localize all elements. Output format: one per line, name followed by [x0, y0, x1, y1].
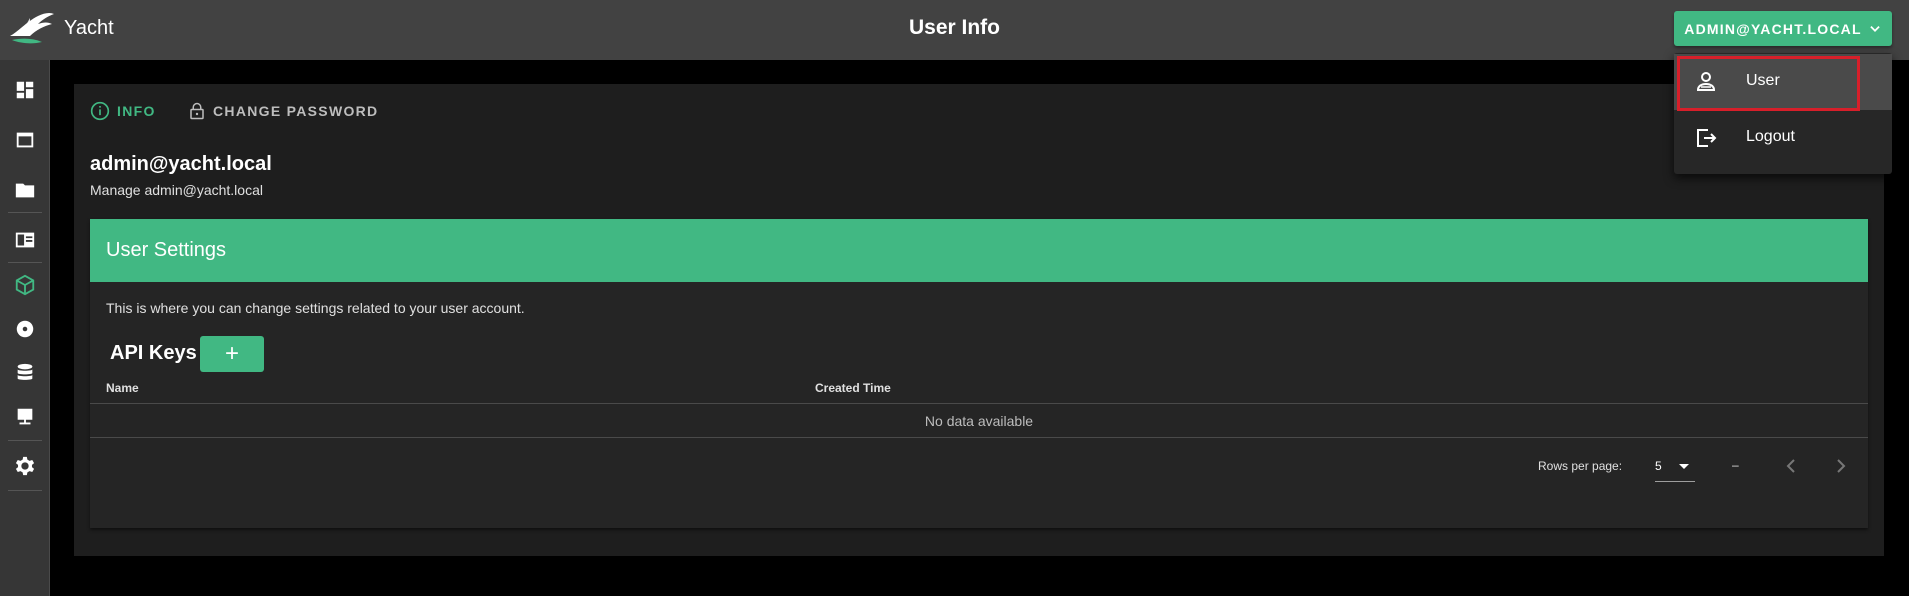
user-menu-button[interactable]: ADMIN@YACHT.LOCAL	[1674, 11, 1892, 46]
user-subtitle: Manage admin@yacht.local	[90, 182, 263, 198]
sidebar-divider	[8, 440, 42, 441]
table-divider	[90, 403, 1868, 404]
user-email-heading: admin@yacht.local	[90, 153, 272, 175]
no-data-message: No data available	[924, 413, 1034, 429]
lock-icon	[190, 102, 204, 120]
next-page-button[interactable]	[1831, 456, 1851, 476]
tab-info[interactable]: INFO	[90, 100, 156, 122]
tab-label: INFO	[117, 103, 156, 119]
application-icon	[16, 132, 34, 148]
disc-icon	[16, 320, 34, 338]
server-icon	[17, 408, 33, 425]
sidebar-item-templates[interactable]	[0, 218, 50, 262]
add-api-key-button[interactable]: +	[200, 336, 264, 372]
sidebar-divider	[8, 212, 42, 213]
user-settings-description: This is where you can change settings re…	[106, 300, 525, 316]
user-icon	[1696, 72, 1716, 91]
cube-icon	[15, 274, 35, 296]
column-header-created-time[interactable]: Created Time	[815, 381, 891, 395]
sidebar-item-volumes[interactable]	[0, 307, 50, 351]
template-icon	[15, 232, 35, 248]
chevron-down-icon	[1870, 25, 1880, 32]
yacht-logo-icon[interactable]	[8, 10, 56, 46]
sidebar-item-resources[interactable]	[0, 263, 50, 307]
dashboard-icon	[16, 81, 34, 99]
sidebar	[0, 60, 50, 596]
caret-down-icon	[1679, 464, 1689, 469]
tab-label: CHANGE PASSWORD	[213, 103, 379, 119]
logout-icon	[1697, 129, 1717, 147]
column-header-name[interactable]: Name	[106, 381, 139, 395]
menu-item-label: Logout	[1746, 128, 1795, 145]
tab-change-password[interactable]: CHANGE PASSWORD	[188, 100, 378, 122]
page-range-text: –	[1732, 458, 1739, 472]
user-settings-title: User Settings	[106, 239, 227, 261]
brand-name[interactable]: Yacht	[64, 17, 114, 40]
menu-item-user[interactable]: User	[1674, 54, 1892, 110]
gear-icon	[15, 456, 35, 476]
user-settings-header	[90, 219, 1868, 282]
sidebar-item-server[interactable]	[0, 395, 50, 439]
database-icon	[17, 363, 33, 380]
menu-item-logout[interactable]: Logout	[1674, 110, 1892, 166]
sidebar-item-projects[interactable]	[0, 168, 50, 212]
top-app-bar: Yacht	[0, 0, 1909, 60]
rows-per-page-label: Rows per page:	[1538, 459, 1623, 473]
previous-page-button[interactable]	[1781, 456, 1801, 476]
sidebar-item-dashboard[interactable]	[0, 68, 50, 112]
chevron-right-icon	[1837, 459, 1846, 473]
info-icon	[90, 101, 110, 121]
api-keys-title: API Keys	[110, 342, 197, 364]
rows-per-page-value: 5	[1655, 459, 1662, 473]
sidebar-divider	[8, 490, 42, 491]
sidebar-item-applications[interactable]	[0, 118, 50, 162]
user-menu-label: ADMIN@YACHT.LOCAL	[1684, 20, 1862, 37]
sidebar-item-settings[interactable]	[0, 444, 50, 488]
table-divider	[90, 437, 1868, 438]
sidebar-item-storage[interactable]	[0, 351, 50, 395]
folder-icon	[15, 183, 35, 198]
chevron-left-icon	[1786, 459, 1795, 473]
menu-item-label: User	[1746, 72, 1780, 89]
